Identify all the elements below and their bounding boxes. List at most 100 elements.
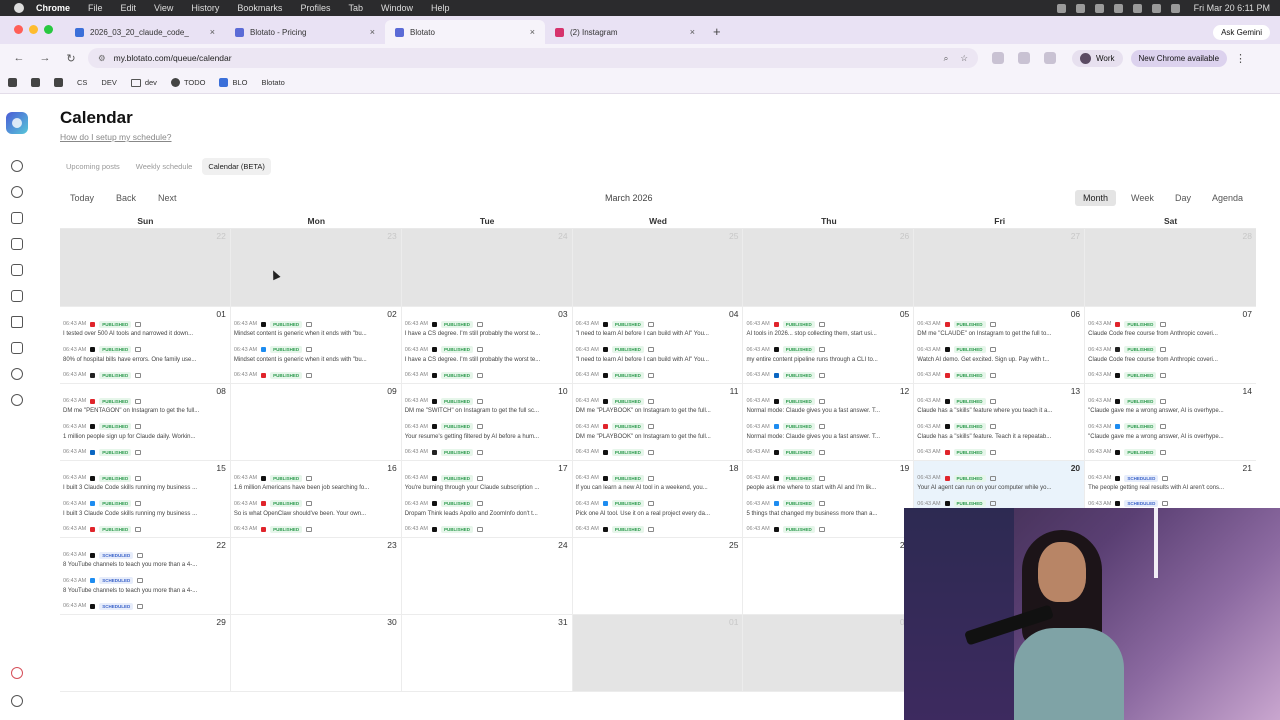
post-event[interactable]: 06:43 AM PUBLISHED "I need to learn AI bef…	[576, 319, 740, 345]
day-cell[interactable]: 02 06:43 AM PUBLISHED Mindset content is ge…	[231, 307, 402, 383]
mac-menu-item[interactable]: File	[88, 3, 103, 13]
site-info-icon[interactable]: ⚙	[98, 53, 106, 64]
tab-weekly-schedule[interactable]: Weekly schedule	[130, 158, 199, 175]
post-event[interactable]: 06:43 AM PUBLISHED So is what OpenClaw sho…	[234, 499, 398, 525]
post-event[interactable]: 06:43 AM PUBLISHED "Claude gave me a wrong…	[1088, 396, 1253, 422]
day-number[interactable]: 04	[729, 309, 738, 319]
post-event[interactable]: 06:43 AM PUBLISHED You're burning through …	[405, 473, 569, 499]
post-event[interactable]: 06:43 AM PUBLISHED	[576, 524, 740, 537]
day-cell[interactable]: 12 06:43 AM PUBLISHED Normal mode: Claude g…	[743, 384, 915, 460]
tray-icon[interactable]	[1094, 3, 1104, 13]
post-event[interactable]: 06:43 AM PUBLISHED I have a CS degree. I'm…	[405, 319, 569, 345]
post-event[interactable]: 06:43 AM PUBLISHED	[234, 370, 398, 383]
day-cell[interactable]: 23	[231, 538, 402, 614]
ideas-lightbulb-icon[interactable]	[11, 186, 23, 198]
day-number[interactable]: 27	[1071, 231, 1080, 241]
blotato-logo[interactable]	[6, 112, 28, 134]
post-event[interactable]: 06:43 AM PUBLISHED 5 things that changed m…	[746, 499, 910, 525]
document-icon[interactable]	[11, 290, 23, 302]
day-number[interactable]: 02	[387, 309, 396, 319]
zoom-icon[interactable]: ⌕	[944, 53, 949, 64]
day-cell[interactable]: 19 06:43 AM PUBLISHED people ask me where t…	[743, 461, 915, 537]
day-number[interactable]: 17	[558, 463, 567, 473]
tab-close-icon[interactable]: ×	[210, 27, 215, 37]
day-number[interactable]: 10	[558, 386, 567, 396]
post-event[interactable]: 06:43 AM PUBLISHED	[1088, 447, 1253, 460]
mac-menu-item[interactable]: View	[154, 3, 173, 13]
new-tab-button[interactable]: +	[713, 24, 721, 39]
post-event[interactable]: 06:43 AM PUBLISHED DM me "PLAYBOOK" on Ins…	[576, 422, 740, 448]
post-event[interactable]: 06:43 AM PUBLISHED DM me "SWITCH" on Insta…	[405, 396, 569, 422]
view-month-button[interactable]: Month	[1075, 190, 1117, 206]
browser-tab[interactable]: (2) Instagram ×	[545, 20, 705, 44]
day-cell[interactable]: 28	[1085, 229, 1257, 306]
day-number[interactable]: 18	[729, 463, 738, 473]
day-cell[interactable]: 30	[231, 615, 402, 691]
post-event[interactable]: 06:43 AM PUBLISHED	[576, 447, 740, 460]
bookmark-app-icon[interactable]	[8, 78, 17, 87]
day-cell[interactable]: 01	[572, 615, 744, 691]
next-button[interactable]: Next	[150, 190, 185, 206]
post-event[interactable]: 06:43 AM PUBLISHED	[576, 370, 740, 383]
day-cell[interactable]: 04 06:43 AM PUBLISHED "I need to learn AI b…	[573, 307, 744, 383]
today-button[interactable]: Today	[62, 190, 102, 206]
post-event[interactable]: 06:43 AM PUBLISHED "I need to learn AI bef…	[576, 345, 740, 371]
mac-menu-item[interactable]: Profiles	[300, 3, 330, 13]
post-event[interactable]: 06:43 AM PUBLISHED	[1088, 370, 1253, 383]
day-cell[interactable]: 13 06:43 AM PUBLISHED Claude has a "skills"…	[914, 384, 1086, 460]
post-event[interactable]: 06:43 AM PUBLISHED	[405, 370, 569, 383]
day-number[interactable]: 11	[730, 386, 739, 396]
day-cell[interactable]: 24	[401, 229, 573, 306]
mac-menu-item[interactable]: Edit	[121, 3, 137, 13]
day-number[interactable]: 23	[387, 231, 396, 241]
day-cell[interactable]: 11 06:43 AM PUBLISHED DM me "PLAYBOOK" on I…	[573, 384, 744, 460]
day-number[interactable]: 24	[558, 231, 567, 241]
warning-triangle-icon[interactable]	[11, 316, 23, 328]
video-icon[interactable]	[11, 342, 23, 354]
post-event[interactable]: 06:43 AM PUBLISHED	[234, 524, 398, 537]
address-bar[interactable]: ⚙ my.blotato.com/queue/calendar ⌕ ☆	[88, 48, 978, 68]
day-cell[interactable]: 02	[743, 615, 915, 691]
post-event[interactable]: 06:43 AM PUBLISHED AI tools in 2026... sto…	[746, 319, 910, 345]
day-cell[interactable]: 27	[914, 229, 1086, 306]
day-cell[interactable]: 24	[402, 538, 573, 614]
post-event[interactable]: 06:43 AM PUBLISHED If you can learn a new …	[576, 473, 740, 499]
day-number[interactable]: 01	[729, 617, 738, 627]
bookmark-blo[interactable]: BLO	[219, 78, 247, 87]
post-event[interactable]: 06:43 AM PUBLISHED	[917, 370, 1081, 383]
day-number[interactable]: 24	[558, 540, 567, 550]
browser-tab[interactable]: Blotato ×	[385, 20, 545, 44]
post-event[interactable]: 06:43 AM PUBLISHED Dropam Think leads Apol…	[405, 499, 569, 525]
post-event[interactable]: 06:43 AM PUBLISHED Watch AI demo. Get exci…	[917, 345, 1081, 371]
post-event[interactable]: 06:43 AM PUBLISHED	[63, 524, 227, 537]
post-event[interactable]: 06:43 AM PUBLISHED Claude has a "skills" f…	[917, 422, 1081, 448]
day-number[interactable]: 31	[558, 617, 567, 627]
day-number[interactable]: 05	[900, 309, 909, 319]
post-event[interactable]: 06:43 AM PUBLISHED I tested over 500 AI to…	[63, 319, 227, 345]
day-cell[interactable]: 01 06:43 AM PUBLISHED I tested over 500 AI …	[60, 307, 231, 383]
day-cell[interactable]: 06 06:43 AM PUBLISHED DM me "CLAUDE" on Ins…	[914, 307, 1086, 383]
day-number[interactable]: 20	[1071, 463, 1080, 473]
day-number[interactable]: 25	[729, 231, 738, 241]
post-event[interactable]: 06:43 AM PUBLISHED	[405, 524, 569, 537]
battery-icon[interactable]	[1151, 3, 1161, 13]
post-event[interactable]: 06:43 AM PUBLISHED Claude Code free course…	[1088, 319, 1253, 345]
bookmark-folder-dev[interactable]: dev	[130, 78, 157, 87]
extensions-puzzle-icon[interactable]	[1018, 52, 1030, 64]
day-number[interactable]: 08	[216, 386, 225, 396]
back-arrow-icon[interactable]: ←	[12, 52, 26, 64]
day-number[interactable]: 22	[216, 231, 225, 241]
day-number[interactable]: 16	[387, 463, 396, 473]
post-event[interactable]: 06:43 AM PUBLISHED	[405, 447, 569, 460]
reload-icon[interactable]: ↻	[64, 52, 78, 65]
bookmark-todo[interactable]: TODO	[170, 78, 205, 87]
post-event[interactable]: 06:43 AM PUBLISHED	[746, 370, 910, 383]
post-event[interactable]: 06:43 AM PUBLISHED	[63, 370, 227, 383]
post-event[interactable]: 06:43 AM PUBLISHED Your AI agent can run o…	[917, 473, 1081, 499]
browser-tab[interactable]: 2026_03_20_claude_code_ ×	[65, 20, 225, 44]
post-event[interactable]: 06:43 AM PUBLISHED Mindset content is gene…	[234, 345, 398, 371]
tab-calendar[interactable]: Calendar (BETA)	[202, 158, 271, 175]
forward-arrow-icon[interactable]: →	[38, 52, 52, 64]
ask-gemini-button[interactable]: Ask Gemini	[1213, 25, 1270, 40]
post-event[interactable]: 06:43 AM SCHEDULED	[63, 601, 227, 614]
